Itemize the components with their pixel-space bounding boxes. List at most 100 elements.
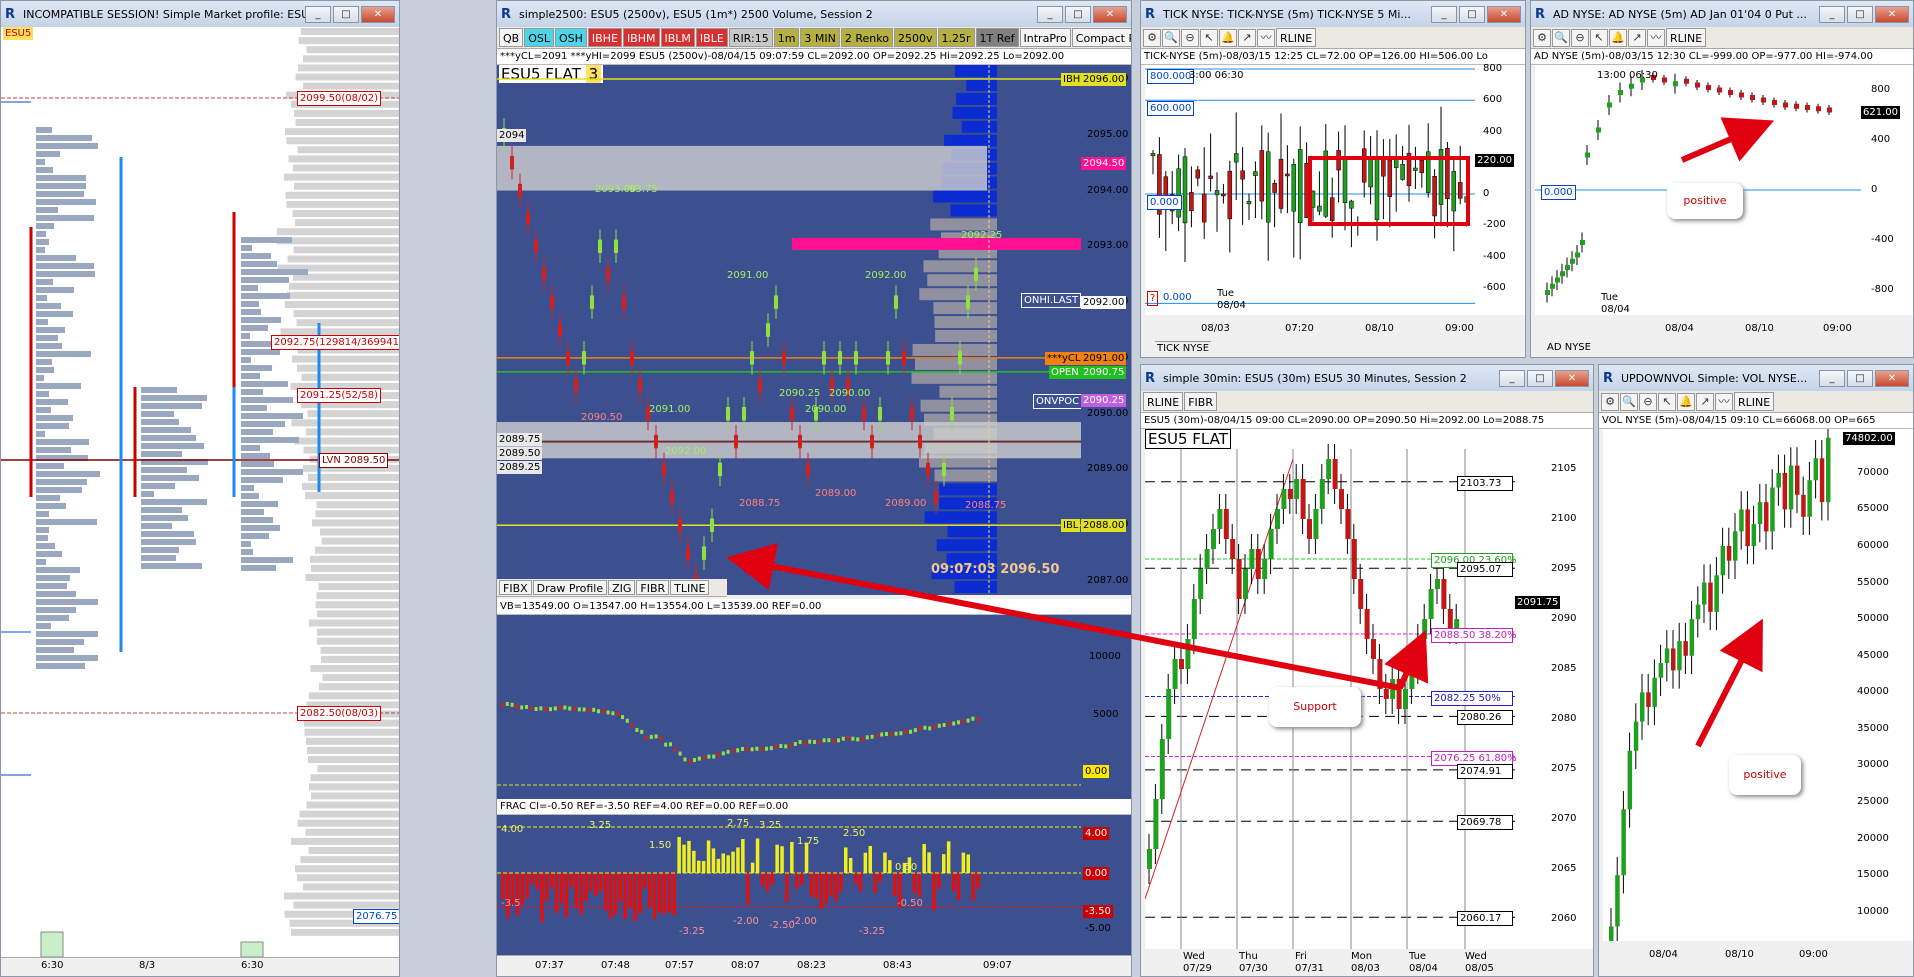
tb-zig[interactable]: ZIG <box>608 580 636 595</box>
wave-icon[interactable]: 〰 <box>1715 392 1733 411</box>
tpo-letters <box>36 199 96 205</box>
wave-icon[interactable]: 〰 <box>1647 28 1665 47</box>
tb-iblm[interactable]: IBLM <box>660 28 695 47</box>
cursor-icon[interactable]: ↖ <box>1658 392 1676 411</box>
tb-intrapro[interactable]: IntraPro <box>1019 28 1071 47</box>
tb-ible[interactable]: IBLE <box>695 28 728 47</box>
tb-1m[interactable]: 1m <box>773 28 800 47</box>
maximize-button[interactable]: □ <box>1847 369 1873 387</box>
zoom-icon[interactable]: 🔍 <box>1162 28 1180 47</box>
frac-chart[interactable]: 4.00 3.25 1.50 2.75 3.25 1.75 2.50 0.50 -3.5 -2.0… <box>497 815 1081 955</box>
close-button[interactable]: ✕ <box>1093 5 1127 23</box>
close-button[interactable]: ✕ <box>1875 5 1909 23</box>
minimize-button[interactable]: _ <box>1499 369 1525 387</box>
tb-draw-profile[interactable]: Draw Profile <box>532 580 608 595</box>
tick-tab[interactable]: TICK NYSE <box>1155 341 1212 355</box>
updownvol-window[interactable]: R UPDOWNVOL Simple: VOL NYSE... _ □ ✕ ⚙ 🔍 ⊖ ↖… <box>1598 364 1914 977</box>
tb-compact[interactable]: Compact Re <box>1071 28 1131 47</box>
vol-candle <box>1807 480 1812 517</box>
tb-fibr[interactable]: FIBR <box>636 580 670 595</box>
tick-nyse-window[interactable]: R TICK NYSE: TICK-NYSE (5m) TICK-NYSE 5 … <box>1140 0 1526 358</box>
simple2500-titlebar[interactable]: R simple2500: ESU5 (2500v), ESU5 (1m*) 2… <box>497 1 1131 27</box>
tick-titlebar[interactable]: R TICK NYSE: TICK-NYSE (5m) TICK-NYSE 5 … <box>1141 1 1525 27</box>
ad-tab[interactable]: AD NYSE <box>1545 341 1593 354</box>
settings-icon[interactable]: ⚙ <box>1143 28 1161 47</box>
tb-osh[interactable]: OSH <box>555 28 587 47</box>
zoom-out-icon[interactable]: ⊖ <box>1639 392 1657 411</box>
minimize-button[interactable]: _ <box>1819 369 1845 387</box>
alert-bell-icon[interactable]: 🔔 <box>1609 28 1627 47</box>
simple30-window[interactable]: R simple 30min: ESU5 (30m) ESU5 30 Minut… <box>1140 364 1594 977</box>
maximize-button[interactable]: □ <box>333 5 359 23</box>
tb-fibr[interactable]: FIBR <box>1184 392 1217 411</box>
ad-chart[interactable]: 13:00 06:30 0.000 positive Tue 08/04 <box>1535 65 1861 315</box>
simple30-chart[interactable]: ESU5 FLAT Support <box>1145 429 1515 949</box>
volume-axis: 10000 5000 0.00 <box>1081 615 1131 799</box>
wave-icon[interactable]: 〰 <box>1257 28 1275 47</box>
maximize-button[interactable]: □ <box>1847 5 1873 23</box>
tb-3min[interactable]: 3 MIN <box>800 28 840 47</box>
tb-tline[interactable]: TLINE <box>670 580 710 595</box>
maximize-button[interactable]: □ <box>1527 369 1553 387</box>
qb-button[interactable]: QB <box>499 28 524 47</box>
minimize-button[interactable]: _ <box>1431 5 1457 23</box>
maximize-button[interactable]: □ <box>1459 5 1485 23</box>
ad-nyse-window[interactable]: R AD NYSE: AD NYSE (5m) AD Jan 01'04 0 P… <box>1530 0 1914 358</box>
close-button[interactable]: ✕ <box>1555 369 1589 387</box>
vol-candle <box>1627 750 1633 810</box>
profile-plot[interactable]: ESU5 2099.50(08/02) 2092.75(129814/36994… <box>1 27 399 957</box>
settings-icon[interactable]: ⚙ <box>1601 392 1619 411</box>
minimize-button[interactable]: _ <box>1819 5 1845 23</box>
tb-rline[interactable]: RLINE <box>1666 28 1707 47</box>
tb-osl[interactable]: OSL <box>524 28 554 47</box>
simple2500-window[interactable]: R simple2500: ESU5 (2500v), ESU5 (1m*) 2… <box>496 0 1132 977</box>
vol-titlebar[interactable]: R UPDOWNVOL Simple: VOL NYSE... _ □ ✕ <box>1599 365 1913 391</box>
tb-rline[interactable]: RLINE <box>1734 392 1775 411</box>
tb-rline[interactable]: RLINE <box>1276 28 1317 47</box>
zoom-icon[interactable]: 🔍 <box>1620 392 1638 411</box>
zoom-icon[interactable]: 🔍 <box>1552 28 1570 47</box>
cursor-icon[interactable]: ↖ <box>1590 28 1608 47</box>
price-chart[interactable]: ESU5 FLAT 3 09:07:03 2096.50 IBH ONHI.LAS… <box>497 65 1081 595</box>
tb-1tref[interactable]: 1T Ref <box>975 28 1019 47</box>
volume-bar <box>731 748 735 753</box>
tb-2500v[interactable]: 2500v <box>893 28 937 47</box>
maximize-button[interactable]: □ <box>1065 5 1091 23</box>
alert-bell-icon[interactable]: 🔔 <box>1219 28 1237 47</box>
tb-renko[interactable]: 2 Renko <box>840 28 893 47</box>
cursor-icon[interactable]: ↖ <box>1200 28 1218 47</box>
vol-chart[interactable]: positive <box>1603 429 1843 941</box>
ad-titlebar[interactable]: R AD NYSE: AD NYSE (5m) AD Jan 01'04 0 P… <box>1531 1 1913 27</box>
tb-rir[interactable]: RIR:15 <box>728 28 773 47</box>
profile-time-axis: 6:30 8/3 6:30 <box>1 957 399 976</box>
tick-chart[interactable]: 800.000 3:00 06:30 600.000 0.000 ? 0.000… <box>1145 65 1475 315</box>
minimize-button[interactable]: _ <box>1037 5 1063 23</box>
tb-125r[interactable]: 1.25r <box>937 28 975 47</box>
tb-ibhe[interactable]: IBHE <box>587 28 622 47</box>
zoom-out-icon[interactable]: ⊖ <box>1181 28 1199 47</box>
profile-titlebar[interactable]: R INCOMPATIBLE SESSION! Simple Market pr… <box>1 1 399 27</box>
s30-time-label: Wed 08/05 <box>1465 951 1494 974</box>
price-candle <box>790 406 794 421</box>
app-logo-icon: R <box>1145 370 1156 386</box>
market-profile-window[interactable]: R INCOMPATIBLE SESSION! Simple Market pr… <box>0 0 400 977</box>
trend-icon[interactable]: ↗ <box>1696 392 1714 411</box>
tb-ibhm[interactable]: IBHM <box>622 28 660 47</box>
close-button[interactable]: ✕ <box>361 5 395 23</box>
alert-bell-icon[interactable]: 🔔 <box>1677 392 1695 411</box>
volume-chart[interactable] <box>497 615 1081 799</box>
help-icon[interactable]: ? <box>1147 291 1159 306</box>
zoom-out-icon[interactable]: ⊖ <box>1571 28 1589 47</box>
volume-bar <box>721 751 725 756</box>
frac-bar <box>755 838 760 873</box>
close-button[interactable]: ✕ <box>1487 5 1521 23</box>
tb-rline[interactable]: RLINE <box>1143 392 1184 411</box>
settings-icon[interactable]: ⚙ <box>1533 28 1551 47</box>
frac-bar <box>814 873 819 899</box>
trend-icon[interactable]: ↗ <box>1628 28 1646 47</box>
tb-fibx[interactable]: FIBX <box>499 580 532 595</box>
trend-icon[interactable]: ↗ <box>1238 28 1256 47</box>
minimize-button[interactable]: _ <box>305 5 331 23</box>
close-button[interactable]: ✕ <box>1875 369 1909 387</box>
simple30-titlebar[interactable]: R simple 30min: ESU5 (30m) ESU5 30 Minut… <box>1141 365 1593 391</box>
